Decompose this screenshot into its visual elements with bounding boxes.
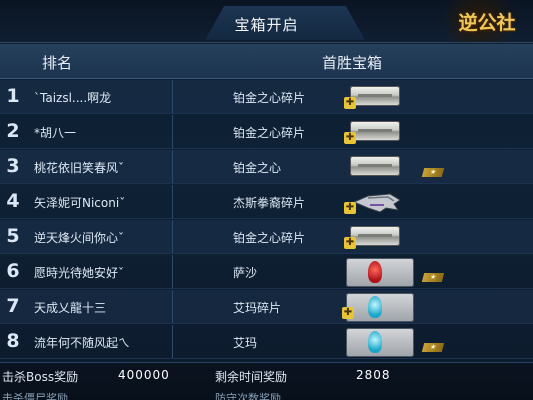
reward-name: 铂金之心碎片 xyxy=(233,126,306,140)
boss-reward-value: 400000 xyxy=(118,368,170,382)
column-header-reward: 首胜宝箱 xyxy=(322,54,383,72)
rarity-badge-icon: ★ xyxy=(421,273,445,282)
boss-reward-label: 击杀Boss奖励 xyxy=(2,370,79,384)
rank-number: 3 xyxy=(6,155,20,177)
fragment-badge-icon: ✚ xyxy=(344,132,356,144)
character-head-icon xyxy=(368,296,382,318)
defense-reward-label: 防守次数奖励 xyxy=(215,392,281,400)
fragment-badge-icon: ✚ xyxy=(344,202,356,214)
rank-number: 2 xyxy=(6,120,20,142)
character-portrait xyxy=(346,258,414,287)
reward-name: 铂金之心 xyxy=(233,161,282,175)
rank-number: 6 xyxy=(6,260,20,282)
table-row[interactable]: 5 逆天烽火间你心ˇ 铂金之心碎片 ✚ xyxy=(0,220,533,254)
table-row[interactable]: 4 矢泽妮可Niconiˇ 杰斯拳裔碎片 ✚ xyxy=(0,185,533,219)
character-portrait xyxy=(346,293,414,322)
player-name: 矢泽妮可Niconiˇ xyxy=(34,196,126,210)
reward-name: 杰斯拳裔碎片 xyxy=(233,196,306,210)
table-row[interactable]: 7 天成乂龍十三 艾玛碎片 ✚ xyxy=(0,290,533,324)
table-header: 排名 首胜宝箱 xyxy=(0,44,533,79)
character-head-icon xyxy=(368,331,382,353)
table-row[interactable]: 8 流年何不随风起ㄟ 艾玛 ★ xyxy=(0,325,533,359)
chest-result-panel: 宝箱开启 逆公社 排名 首胜宝箱 1 `Taizsl....啊龙 铂金之心碎片 ✚ 2 *… xyxy=(0,0,533,400)
plate-icon xyxy=(350,121,400,141)
rarity-badge-icon: ★ xyxy=(421,168,445,177)
rank-number: 7 xyxy=(6,295,20,317)
brand-logo: 逆公社 xyxy=(445,0,529,42)
rank-number: 4 xyxy=(6,190,20,212)
gauntlet-shape-icon xyxy=(352,193,401,213)
plate-icon xyxy=(350,226,400,246)
table-row[interactable]: 1 `Taizsl....啊龙 铂金之心碎片 ✚ xyxy=(0,80,533,114)
plate-icon xyxy=(350,86,400,106)
rarity-badge-icon: ★ xyxy=(421,343,445,352)
player-name: 天成乂龍十三 xyxy=(34,301,107,315)
time-reward-label: 剩余时间奖励 xyxy=(215,370,288,384)
time-reward-value: 2808 xyxy=(356,368,391,382)
row-divider xyxy=(172,325,173,358)
player-name: 逆天烽火间你心ˇ xyxy=(34,231,125,245)
row-divider xyxy=(172,80,173,113)
reward-name: 铂金之心碎片 xyxy=(233,231,306,245)
row-divider xyxy=(172,255,173,288)
reward-name: 艾玛 xyxy=(233,336,258,350)
row-divider xyxy=(172,150,173,183)
character-portrait xyxy=(346,328,414,357)
table-row[interactable]: 6 愿時光待她安好ˇ 萨沙 ★ xyxy=(0,255,533,289)
rank-number: 1 xyxy=(6,85,20,107)
player-name: 愿時光待她安好ˇ xyxy=(34,266,125,280)
row-divider xyxy=(172,220,173,253)
table-row[interactable]: 2 *胡八一 铂金之心碎片 ✚ xyxy=(0,115,533,149)
title-bar: 宝箱开启 逆公社 xyxy=(0,0,533,43)
plate-icon xyxy=(350,156,400,176)
column-header-rank: 排名 xyxy=(42,54,73,72)
reward-name: 萨沙 xyxy=(233,266,258,280)
reward-name: 铂金之心碎片 xyxy=(233,91,306,105)
fragment-badge-icon: ✚ xyxy=(344,97,356,109)
row-divider xyxy=(172,115,173,148)
player-name: `Taizsl....啊龙 xyxy=(34,91,112,105)
player-name: *胡八一 xyxy=(34,126,77,140)
table-row[interactable]: 3 桃花依旧笑春风ˇ 铂金之心 ★ xyxy=(0,150,533,184)
rank-number: 8 xyxy=(6,330,20,352)
logo-text: 逆公社 xyxy=(458,11,516,34)
row-divider xyxy=(172,185,173,218)
character-head-icon xyxy=(368,261,382,283)
player-name: 桃花依旧笑春风ˇ xyxy=(34,161,125,175)
reward-name: 艾玛碎片 xyxy=(233,301,282,315)
reward-summary: 击杀Boss奖励 400000 剩余时间奖励 2808 击杀僵尸奖励 防守次数奖… xyxy=(0,362,533,400)
player-name: 流年何不随风起ㄟ xyxy=(34,336,131,350)
fragment-badge-icon: ✚ xyxy=(342,307,354,319)
rank-number: 5 xyxy=(6,225,20,247)
row-divider xyxy=(172,290,173,323)
fragment-badge-icon: ✚ xyxy=(344,237,356,249)
zombie-reward-label: 击杀僵尸奖励 xyxy=(2,392,68,400)
